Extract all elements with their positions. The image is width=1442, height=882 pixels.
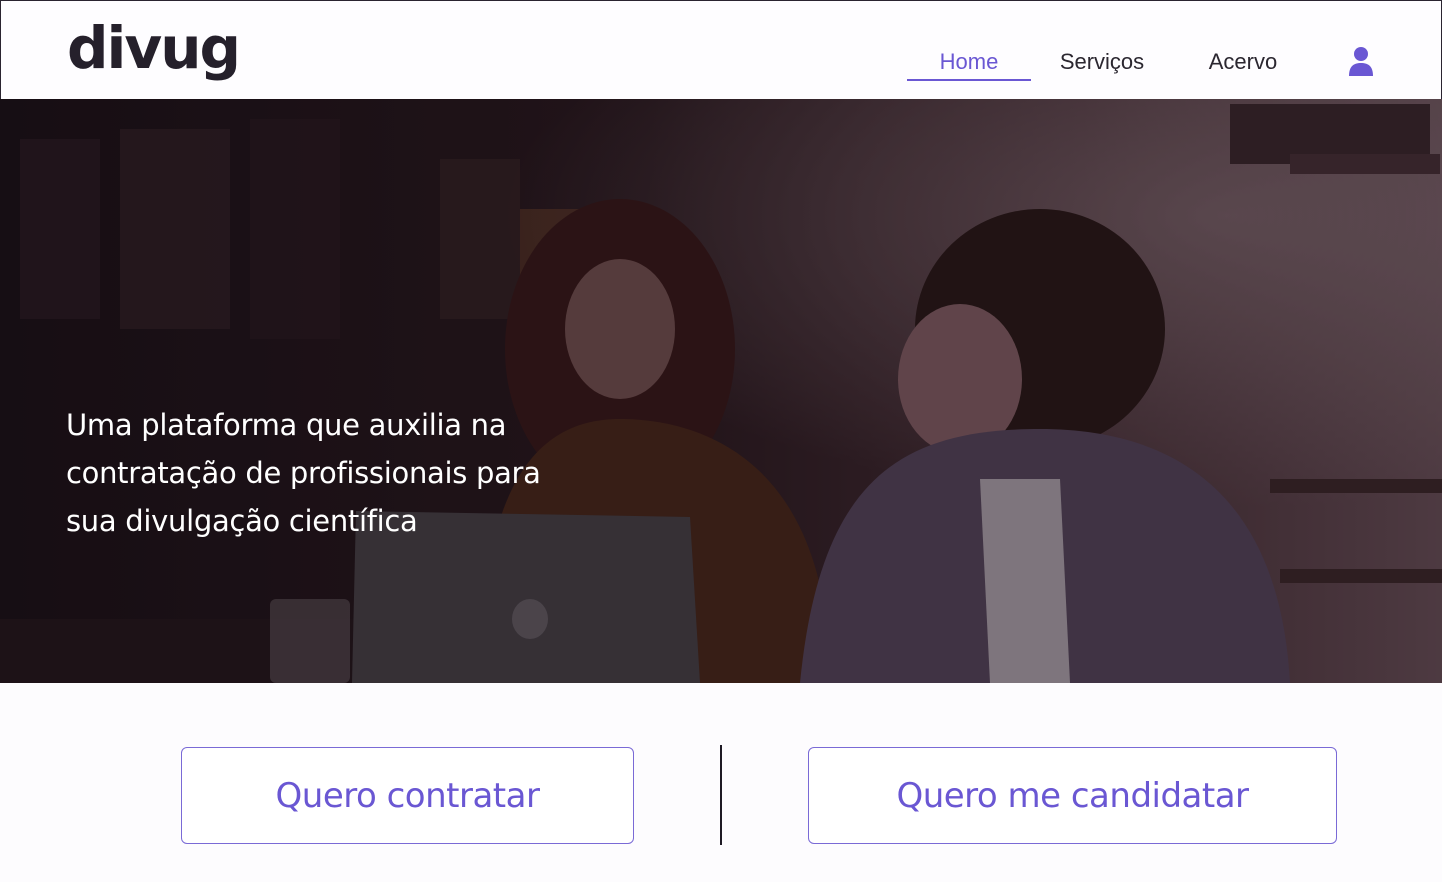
cta-section: Quero contratar Quero me candidatar — [0, 683, 1442, 882]
nav-home[interactable]: Home — [907, 45, 1031, 81]
nav-servicos[interactable]: Serviços — [1051, 45, 1153, 79]
divider — [720, 745, 722, 845]
hero-photo — [0, 99, 1442, 683]
logo[interactable]: divug — [67, 19, 241, 77]
site-header: divug Home Serviços Acervo — [0, 0, 1442, 99]
user-icon[interactable] — [1344, 45, 1378, 79]
apply-button[interactable]: Quero me candidatar — [808, 747, 1337, 844]
hero-headline: Uma plataforma que auxilia na contrataçã… — [66, 408, 541, 538]
nav-acervo[interactable]: Acervo — [1197, 45, 1289, 79]
hire-button[interactable]: Quero contratar — [181, 747, 634, 844]
hero-banner: Uma plataforma que auxilia na contrataçã… — [0, 99, 1442, 683]
